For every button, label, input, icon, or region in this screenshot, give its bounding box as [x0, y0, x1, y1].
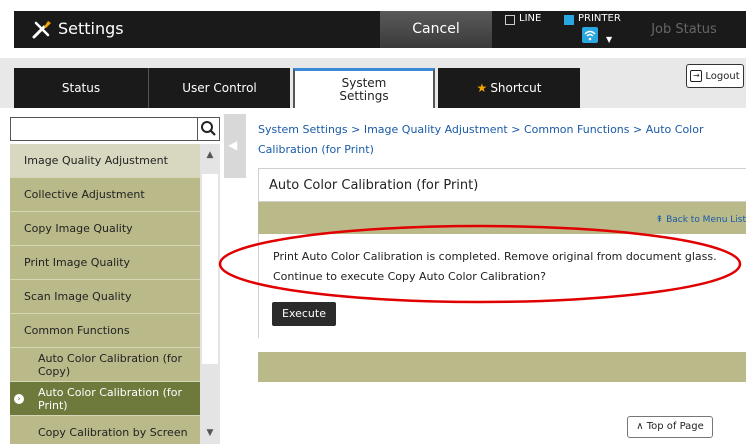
sidebar-item-print-image-quality[interactable]: Print Image Quality	[10, 246, 200, 280]
tab-shortcut[interactable]: ★ Shortcut	[438, 68, 580, 108]
sidebar-header[interactable]: Image Quality Adjustment	[10, 144, 200, 178]
job-status-button[interactable]: Job Status	[622, 11, 746, 48]
line-label: LINE	[519, 13, 542, 24]
back-to-menu-link[interactable]: ⇞ Back to Menu List	[656, 215, 746, 225]
sidebar-item-common-functions[interactable]: Common Functions	[10, 314, 200, 348]
sidebar: Image Quality Adjustment Collective Adju…	[0, 114, 224, 444]
cancel-button[interactable]: Cancel	[380, 11, 492, 48]
scroll-down-icon[interactable]: ▼	[200, 428, 220, 442]
collapse-left-icon: ◀	[228, 138, 238, 152]
bottom-bar	[258, 352, 746, 382]
scroll-thumb[interactable]	[202, 174, 218, 364]
chevron-down-icon[interactable]: ▼	[606, 35, 612, 44]
logout-icon: →	[690, 70, 703, 82]
scroll-up-icon[interactable]: ▲	[200, 150, 220, 164]
sidebar-item-scan-image-quality[interactable]: Scan Image Quality	[10, 280, 200, 314]
chevron-right-icon: ›	[14, 394, 24, 404]
back-link-label: Back to Menu List	[666, 215, 746, 225]
app-header: Settings	[14, 11, 380, 48]
logout-label: Logout	[705, 70, 740, 82]
tab-system-settings[interactable]: System Settings	[293, 68, 435, 108]
execute-button[interactable]: Execute	[272, 302, 336, 326]
star-icon: ★	[476, 81, 488, 95]
line-indicator-icon	[505, 15, 515, 25]
sidebar-item-copy-calibration[interactable]: Copy Calibration by Screen	[10, 416, 200, 444]
wifi-icon[interactable]	[582, 27, 598, 43]
tab-system-label-2: Settings	[339, 88, 389, 103]
breadcrumb[interactable]: System Settings > Image Quality Adjustme…	[258, 120, 746, 160]
tab-user-control[interactable]: User Control	[148, 68, 290, 108]
connection-status: LINE PRINTER ▼	[492, 11, 622, 48]
sidebar-item-collective-adjustment[interactable]: Collective Adjustment	[10, 178, 200, 212]
sidebar-item-auto-color-print[interactable]: › Auto Color Calibration (for Print)	[10, 382, 200, 416]
printer-label: PRINTER	[578, 13, 621, 24]
settings-tools-icon	[32, 21, 51, 39]
sidebar-scrollbar[interactable]: ▲ ▼	[200, 144, 220, 444]
sidebar-collapse-button[interactable]: ◀	[224, 114, 246, 178]
tab-shortcut-label: Shortcut	[490, 81, 542, 95]
page-title: Auto Color Calibration (for Print)	[258, 168, 746, 202]
app-title: Settings	[58, 19, 124, 38]
tab-system-label-1: System	[341, 75, 387, 90]
sidebar-item-auto-color-copy[interactable]: Auto Color Calibration (for Copy)	[10, 348, 200, 382]
sidebar-item-label: Auto Color Calibration (for Print)	[38, 385, 183, 412]
search-input[interactable]	[10, 117, 198, 141]
tab-status[interactable]: Status	[14, 68, 148, 108]
message-text: Print Auto Color Calibration is complete…	[273, 250, 717, 283]
logout-button[interactable]: → Logout	[686, 64, 744, 88]
back-icon: ⇞	[655, 215, 667, 225]
top-bar: Settings Cancel LINE PRINTER ▼ Job Statu…	[0, 0, 746, 48]
search-icon	[201, 121, 216, 136]
tab-bar: Status User Control System Settings ★ Sh…	[0, 58, 746, 108]
sidebar-item-copy-image-quality[interactable]: Copy Image Quality	[10, 212, 200, 246]
chevron-up-icon: ∧	[636, 421, 647, 432]
back-bar: ⇞ Back to Menu List	[258, 202, 746, 234]
top-of-page-label: Top of Page	[646, 421, 704, 432]
printer-indicator-icon	[564, 15, 574, 25]
sidebar-search	[10, 117, 220, 141]
search-button[interactable]	[198, 117, 220, 141]
top-of-page-button[interactable]: ∧ Top of Page	[627, 416, 713, 438]
